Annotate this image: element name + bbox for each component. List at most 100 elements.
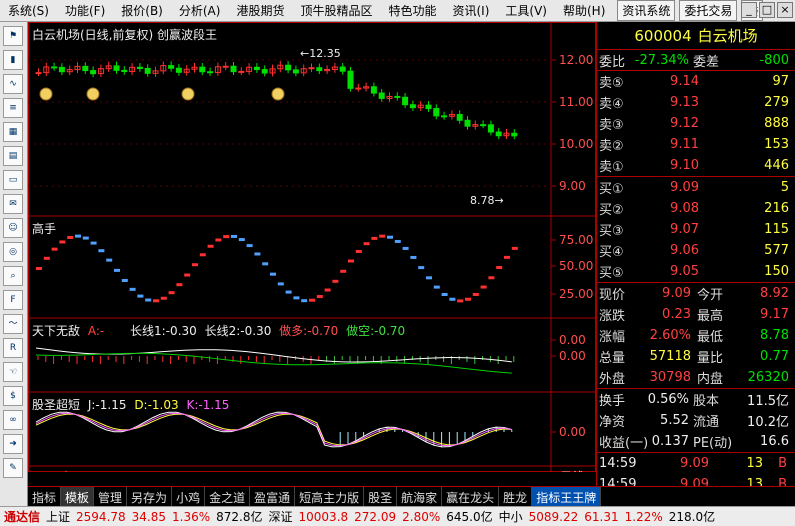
webi-label: 委比 xyxy=(599,54,626,70)
bar-chart-icon[interactable]: ▮ xyxy=(3,50,23,70)
chart-area[interactable]: 12.00 11.00 10.00 9.00 ←12.35 8.78→ 75.00 50.00… xyxy=(28,22,596,472)
indicator-tab[interactable]: 股圣 xyxy=(364,487,398,506)
stat-label: 涨幅 xyxy=(599,330,626,345)
stat-label: 收益(一) xyxy=(599,436,649,451)
indicator-tab[interactable]: 金之道 xyxy=(205,487,251,506)
bid-row[interactable]: 买① 9.09 5 xyxy=(597,177,795,198)
stat-value: 10.2亿 xyxy=(747,415,789,430)
indicator-tab[interactable]: 指标王王牌 xyxy=(532,487,602,506)
search-icon[interactable]: ⌕ xyxy=(3,266,23,286)
menu-tools[interactable]: 工具(V) xyxy=(497,2,555,19)
bid-price: 9.05 xyxy=(670,264,699,279)
indicator-tab[interactable]: 赢在龙头 xyxy=(442,487,500,506)
menu-premium[interactable]: 顶牛股精品区 xyxy=(292,2,380,19)
zx-change: 61.31 xyxy=(584,509,619,524)
trade-button[interactable]: 委托交易 xyxy=(679,0,738,21)
info-system-button[interactable]: 资讯系统 xyxy=(617,0,676,21)
gaoshou-mark xyxy=(363,242,370,246)
candle-body xyxy=(136,66,143,69)
arrow-icon[interactable]: ➜ xyxy=(3,434,23,454)
indicator-tab[interactable]: 胜龙 xyxy=(499,487,533,506)
ask-row[interactable]: 卖② 9.11 153 xyxy=(597,134,795,155)
restore-button[interactable]: □ xyxy=(759,2,775,18)
ask-row[interactable]: 卖④ 9.13 279 xyxy=(597,92,795,113)
people-icon[interactable]: ☺ xyxy=(3,218,23,238)
f10-icon[interactable]: F xyxy=(3,290,23,310)
menu-help[interactable]: 帮助(H) xyxy=(555,2,613,19)
line-chart-icon[interactable]: ∿ xyxy=(3,74,23,94)
ask-label: 卖④ xyxy=(599,97,624,112)
hand-icon[interactable]: ☜ xyxy=(3,362,23,382)
globe-icon[interactable]: ◎ xyxy=(3,242,23,262)
indicator-tab[interactable]: 盈富通 xyxy=(250,487,296,506)
indicator-tab[interactable]: 管理 xyxy=(94,487,128,506)
menu-quote[interactable]: 报价(B) xyxy=(113,2,171,19)
candle-body xyxy=(370,86,377,94)
stock-code: 600004 xyxy=(634,26,692,45)
gaoshou-mark xyxy=(441,293,448,297)
txwd-title: 天下无敌 A:- 长线1:-0.30 长线2:-0.30 做多:-0.70 做空… xyxy=(32,322,405,339)
gaoshou-mark xyxy=(355,249,362,253)
menu-hk-futures[interactable]: 港股期货 xyxy=(228,2,292,19)
zx-label: 中小 xyxy=(498,510,523,524)
indicator-tab[interactable]: 短高主力版 xyxy=(295,487,365,506)
zx-percent: 1.22% xyxy=(624,509,663,524)
candle-body xyxy=(238,70,245,73)
menu-info[interactable]: 资讯(I) xyxy=(445,2,498,19)
indicator-tab[interactable]: 小鸡 xyxy=(172,487,206,506)
sh-percent: 1.36% xyxy=(172,509,211,524)
stat-label: 外盘 xyxy=(599,372,626,387)
indicator-tab[interactable]: 模板 xyxy=(61,487,95,506)
bid-row[interactable]: 买⑤ 9.05 150 xyxy=(597,261,795,282)
menu-special[interactable]: 特色功能 xyxy=(380,2,444,19)
bid-price: 9.07 xyxy=(670,222,699,237)
stat-value: 0.23 xyxy=(662,307,691,322)
candle-body xyxy=(441,115,448,118)
gaoshou-mark xyxy=(254,252,261,256)
bid-price: 9.08 xyxy=(670,201,699,216)
bid-volume: 216 xyxy=(764,201,789,216)
indicator-tab[interactable]: 航海家 xyxy=(397,487,443,506)
wave-icon[interactable]: 〜 xyxy=(3,314,23,334)
candle-body xyxy=(285,64,292,71)
bid-row[interactable]: 买④ 9.06 577 xyxy=(597,240,795,261)
ask-row[interactable]: 卖③ 9.12 888 xyxy=(597,113,795,134)
menu-analysis[interactable]: 分析(A) xyxy=(171,2,229,19)
link-icon[interactable]: ∞ xyxy=(3,410,23,430)
indicator-tab[interactable]: 另存为 xyxy=(127,487,173,506)
bid-row[interactable]: 买③ 9.07 115 xyxy=(597,219,795,240)
table-icon[interactable]: ▤ xyxy=(3,146,23,166)
candle-body xyxy=(487,124,494,133)
doc-icon[interactable]: ▭ xyxy=(3,170,23,190)
pen-icon[interactable]: ✎ xyxy=(3,458,23,478)
candle-body xyxy=(121,69,128,73)
mail-icon[interactable]: ✉ xyxy=(3,194,23,214)
list-icon[interactable]: ≡ xyxy=(3,98,23,118)
menu-function[interactable]: 功能(F) xyxy=(57,2,113,19)
ask-row[interactable]: 卖⑤ 9.14 97 xyxy=(597,71,795,92)
flag-icon[interactable]: ⚑ xyxy=(3,26,23,46)
tick-row: 14:59 9.09 13 B xyxy=(597,453,795,474)
sz-percent: 2.80% xyxy=(402,509,441,524)
gsc-d: D:-1.03 xyxy=(134,398,179,412)
rsi-icon[interactable]: R xyxy=(3,338,23,358)
gaoshou-mark xyxy=(168,291,175,295)
price-tick-label: 9.00 xyxy=(559,179,586,193)
ask-row[interactable]: 卖① 9.10 446 xyxy=(597,155,795,176)
bid-row[interactable]: 买② 9.08 216 xyxy=(597,198,795,219)
grid-icon[interactable]: ▦ xyxy=(3,122,23,142)
menu-system[interactable]: 系统(S) xyxy=(0,2,57,19)
ask-volume: 153 xyxy=(764,137,789,152)
gaoshou-mark xyxy=(106,258,113,262)
gsc-j: J:-1.15 xyxy=(87,398,127,412)
candle-body xyxy=(355,87,362,90)
minimize-button[interactable]: _ xyxy=(741,2,757,18)
money-icon[interactable]: $ xyxy=(3,386,23,406)
ask-label: 卖① xyxy=(599,160,624,175)
close-button[interactable]: × xyxy=(777,2,793,18)
txwd-l2: 长线2:-0.30 xyxy=(204,324,272,338)
gaoshou-mark xyxy=(270,272,276,276)
indicator-tab[interactable]: 指标 xyxy=(28,487,62,506)
candle-body xyxy=(222,65,229,68)
stat-label: 内盘 xyxy=(697,372,724,387)
